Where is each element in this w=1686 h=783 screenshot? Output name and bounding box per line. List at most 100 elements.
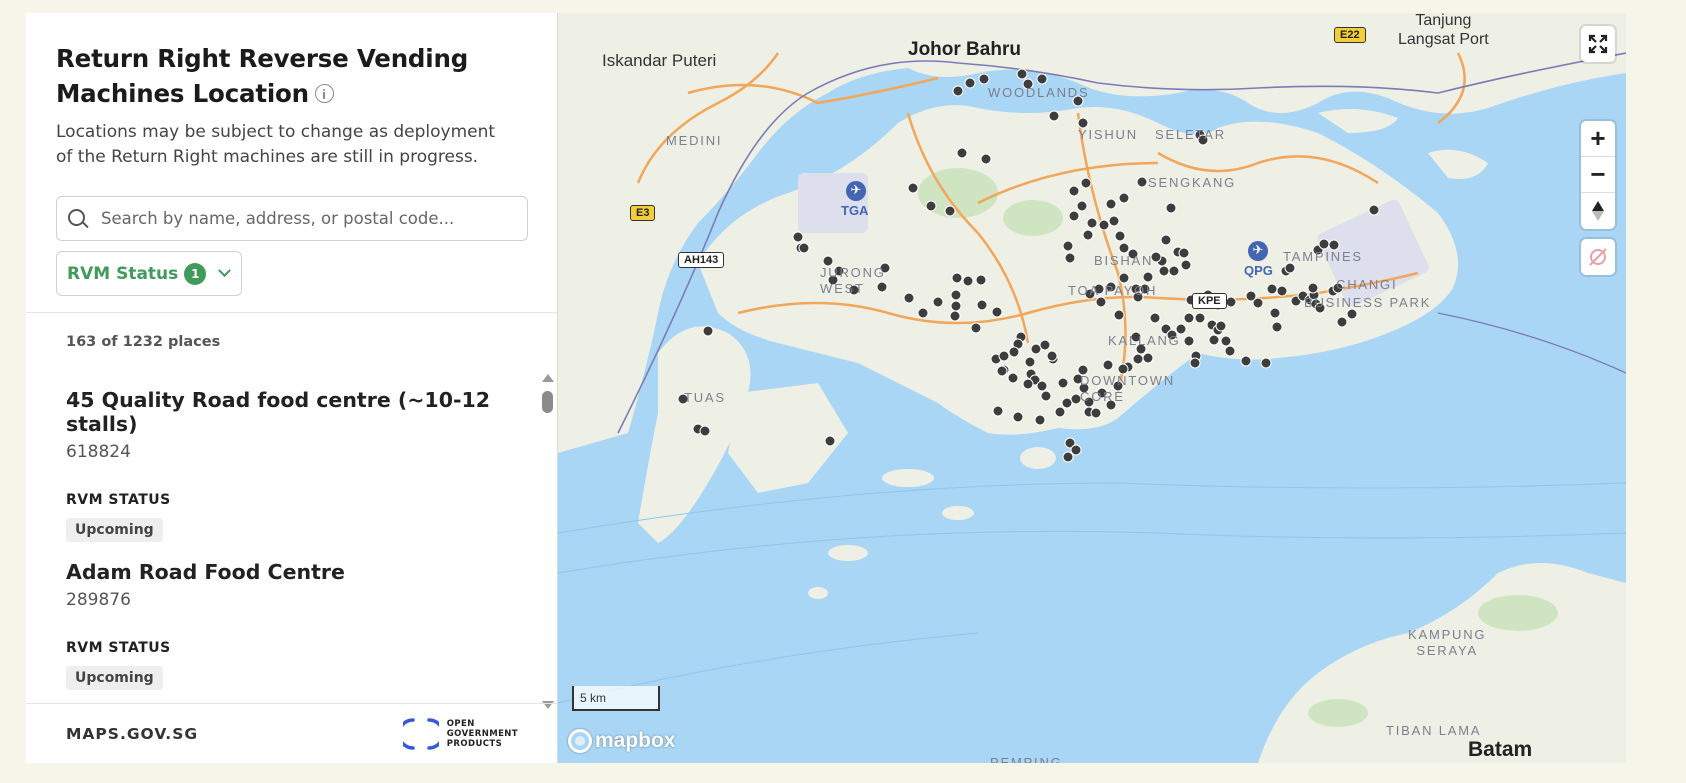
rvm-location-marker[interactable] — [932, 296, 944, 308]
rvm-location-marker[interactable] — [1346, 308, 1358, 320]
fullscreen-control[interactable] — [1581, 26, 1615, 62]
rvm-location-marker[interactable] — [1068, 210, 1080, 222]
rvm-location-marker[interactable] — [1039, 339, 1051, 351]
rvm-location-marker[interactable] — [1208, 334, 1220, 346]
rvm-location-marker[interactable] — [1036, 380, 1048, 392]
search-input[interactable] — [101, 209, 511, 228]
rvm-location-marker[interactable] — [1090, 407, 1102, 419]
list-item[interactable]: Adam Road Food Centre 289876 RVM STATUS … — [26, 540, 558, 711]
rvm-location-marker[interactable] — [949, 310, 961, 322]
rvm-location-marker[interactable] — [1158, 265, 1170, 277]
rvm-location-marker[interactable] — [1165, 202, 1177, 214]
rvm-location-marker[interactable] — [1012, 411, 1024, 423]
rvm-location-marker[interactable] — [998, 350, 1010, 362]
footer-brand-link[interactable]: MAPS.GOV.SG — [66, 725, 198, 743]
rvm-location-marker[interactable] — [1220, 335, 1232, 347]
reset-bearing-button[interactable] — [1581, 193, 1615, 229]
rvm-location-marker[interactable] — [1307, 282, 1319, 294]
rvm-location-marker[interactable] — [1276, 285, 1288, 297]
rvm-location-marker[interactable] — [1149, 312, 1161, 324]
rvm-location-marker[interactable] — [1082, 229, 1094, 241]
rvm-location-marker[interactable] — [962, 275, 974, 287]
rvm-location-marker[interactable] — [1030, 343, 1042, 355]
rvm-location-marker[interactable] — [798, 242, 810, 254]
rvm-location-marker[interactable] — [970, 322, 982, 334]
rvm-location-marker[interactable] — [956, 147, 968, 159]
rvm-location-marker[interactable] — [964, 77, 976, 89]
rvm-location-marker[interactable] — [1168, 265, 1180, 277]
rvm-location-marker[interactable] — [1034, 414, 1046, 426]
rvm-location-marker[interactable] — [1016, 68, 1028, 80]
rvm-location-marker[interactable] — [1183, 335, 1195, 347]
rvm-location-marker[interactable] — [1136, 176, 1148, 188]
rvm-location-marker[interactable] — [1284, 262, 1296, 274]
rvm-location-marker[interactable] — [978, 73, 990, 85]
map-canvas[interactable]: Johor Bahru Iskandar Puteri Tanjung Langs… — [558, 13, 1626, 763]
rvm-location-marker[interactable] — [1142, 352, 1154, 364]
info-icon[interactable] — [314, 84, 334, 103]
rvm-location-marker[interactable] — [950, 289, 962, 301]
rvm-location-marker[interactable] — [1007, 372, 1019, 384]
rvm-status-filter-button[interactable]: RVM Status 1 — [56, 251, 243, 296]
rvm-location-marker[interactable] — [824, 435, 836, 447]
rvm-location-marker[interactable] — [1132, 353, 1144, 365]
rvm-location-marker[interactable] — [1024, 356, 1036, 368]
rvm-location-marker[interactable] — [1057, 377, 1069, 389]
zoom-out-button[interactable]: − — [1581, 157, 1615, 193]
rvm-location-marker[interactable] — [1269, 307, 1281, 319]
scrollbar-thumb[interactable] — [542, 391, 553, 413]
rvm-location-marker[interactable] — [1180, 259, 1192, 271]
rvm-location-marker[interactable] — [951, 272, 963, 284]
rvm-location-marker[interactable] — [1224, 345, 1236, 357]
rvm-location-marker[interactable] — [1245, 290, 1257, 302]
rvm-location-marker[interactable] — [903, 292, 915, 304]
rvm-location-marker[interactable] — [1098, 219, 1110, 231]
rvm-location-marker[interactable] — [1118, 192, 1130, 204]
rvm-location-marker[interactable] — [1076, 200, 1088, 212]
search-box[interactable] — [56, 196, 528, 241]
rvm-location-marker[interactable] — [1062, 451, 1074, 463]
geolocate-button[interactable] — [1581, 239, 1615, 275]
rvm-location-marker[interactable] — [1368, 204, 1380, 216]
rvm-location-marker[interactable] — [907, 182, 919, 194]
rvm-location-marker[interactable] — [1336, 316, 1348, 328]
rvm-location-marker[interactable] — [1160, 234, 1172, 246]
rvm-location-marker[interactable] — [702, 325, 714, 337]
rvm-location-marker[interactable] — [1068, 185, 1080, 197]
list-item[interactable]: 45 Quality Road food centre (~10-12 stal… — [26, 368, 558, 542]
rvm-location-marker[interactable] — [975, 274, 987, 286]
rvm-location-marker[interactable] — [976, 299, 988, 311]
rvm-location-marker[interactable] — [1095, 296, 1107, 308]
rvm-location-marker[interactable] — [1118, 272, 1130, 284]
rvm-location-marker[interactable] — [950, 300, 962, 312]
rvm-location-marker[interactable] — [996, 365, 1008, 377]
rvm-location-marker[interactable] — [917, 307, 929, 319]
rvm-location-marker[interactable] — [992, 405, 1004, 417]
rvm-location-marker[interactable] — [1022, 378, 1034, 390]
mapbox-logo[interactable]: mapbox — [568, 729, 676, 753]
rvm-location-marker[interactable] — [1008, 346, 1020, 358]
rvm-location-marker[interactable] — [1102, 359, 1114, 371]
zoom-in-button[interactable]: + — [1581, 121, 1615, 157]
rvm-location-marker[interactable] — [1080, 177, 1092, 189]
rvm-location-marker[interactable] — [1225, 296, 1237, 308]
geolocate-control[interactable] — [1581, 239, 1615, 275]
rvm-location-marker[interactable] — [1240, 355, 1252, 367]
rvm-location-marker[interactable] — [1189, 357, 1201, 369]
rvm-location-marker[interactable] — [1194, 312, 1206, 324]
rvm-location-marker[interactable] — [1036, 73, 1048, 85]
rvm-location-marker[interactable] — [991, 306, 1003, 318]
rvm-location-marker[interactable] — [1113, 309, 1125, 321]
ogp-logo[interactable]: OPEN GOVERNMENT PRODUCTS — [402, 716, 518, 752]
rvm-location-marker[interactable] — [1215, 320, 1227, 332]
rvm-location-marker[interactable] — [1318, 238, 1330, 250]
navigation-control[interactable]: + − — [1581, 121, 1615, 229]
rvm-location-marker[interactable] — [1061, 397, 1073, 409]
rvm-location-marker[interactable] — [1086, 217, 1098, 229]
rvm-location-marker[interactable] — [1266, 283, 1278, 295]
rvm-location-marker[interactable] — [1183, 312, 1195, 324]
places-list[interactable]: 45 Quality Road food centre (~10-12 stal… — [26, 368, 558, 711]
rvm-location-marker[interactable] — [952, 85, 964, 97]
rvm-location-marker[interactable] — [699, 425, 711, 437]
rvm-location-marker[interactable] — [1260, 357, 1272, 369]
